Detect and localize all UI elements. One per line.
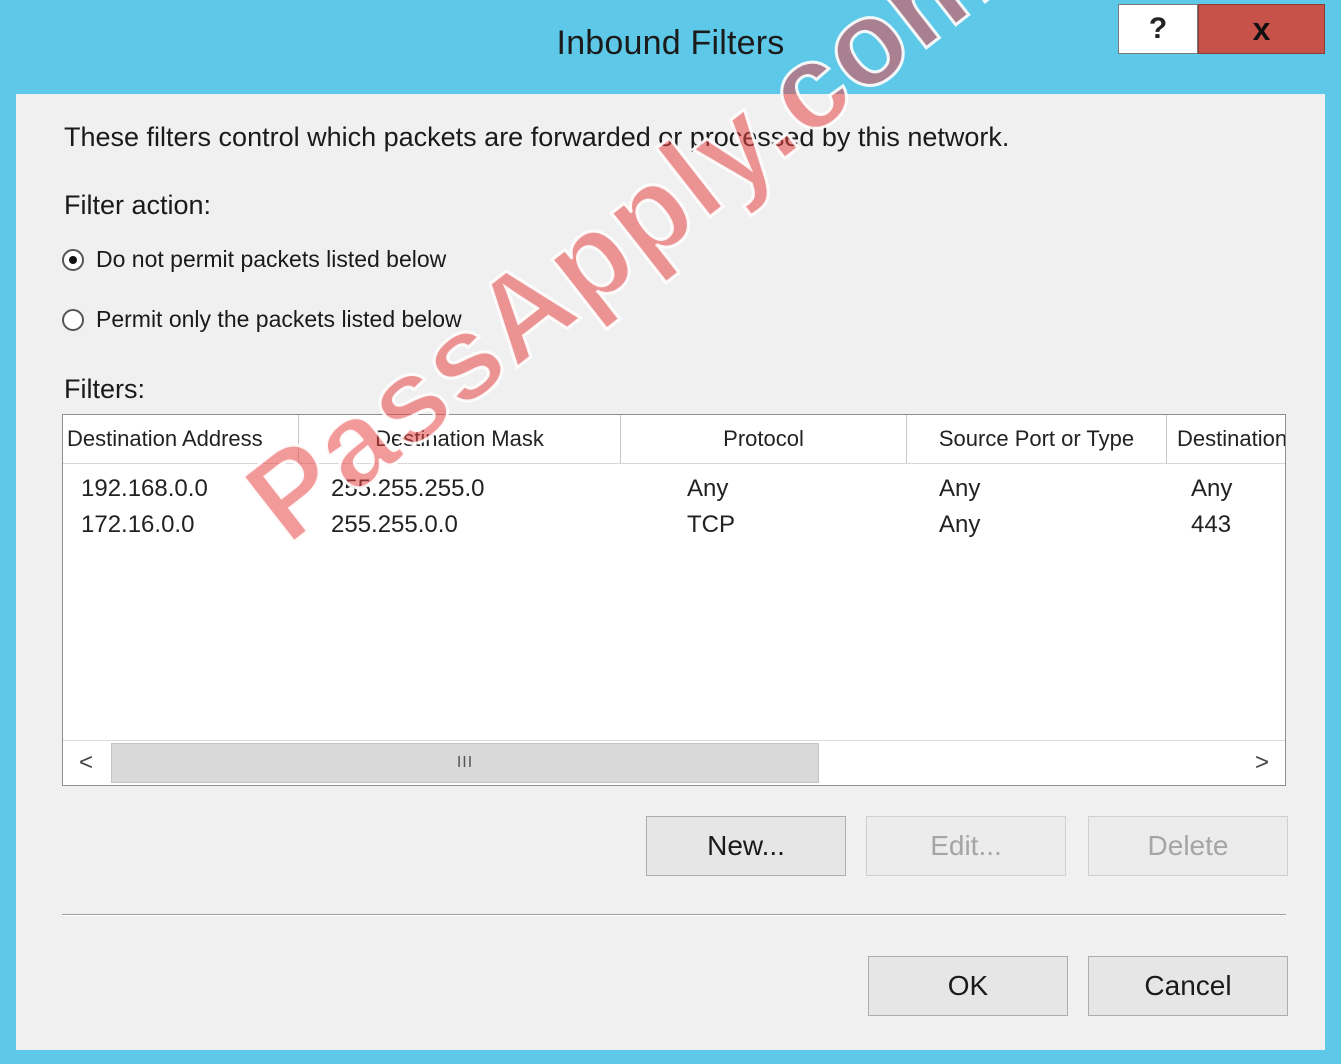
title-bar[interactable]: Inbound Filters ? x [0,0,1341,94]
scrollbar-thumb[interactable]: III [111,743,819,783]
ok-button[interactable]: OK [868,956,1068,1016]
filters-list-body: 192.168.0.0 255.255.255.0 Any Any Any 17… [63,471,1285,543]
cell-destination-mask: 255.255.255.0 [331,475,485,502]
table-row[interactable]: 172.16.0.0 255.255.0.0 TCP Any 443 [63,507,1285,543]
cell-source-port: Any [939,511,981,538]
horizontal-scrollbar[interactable]: < III > [63,740,1285,785]
radio-button-checked[interactable] [62,248,84,271]
cell-destination-mask: 255.255.0.0 [331,511,458,538]
separator-line [62,914,1286,916]
cell-source-port: Any [939,475,981,502]
cell-protocol: Any [687,475,729,502]
cell-destination-address: 192.168.0.0 [81,475,208,502]
column-header-destination[interactable]: Destination [1167,415,1285,463]
column-header-destination-mask[interactable]: Destination Mask [299,415,621,463]
table-row[interactable]: 192.168.0.0 255.255.255.0 Any Any Any [63,471,1285,507]
radio-button-unchecked[interactable] [62,308,84,331]
help-button[interactable]: ? [1118,4,1198,54]
filter-action-label: Filter action: [64,190,212,220]
scroll-left-icon[interactable]: < [63,741,109,785]
ok-button-label: OK [947,970,989,1001]
radio-do-not-permit[interactable]: Do not permit packets listed below [62,246,446,273]
cell-destination: Any [1191,475,1233,502]
filters-label: Filters: [64,374,145,404]
filters-list[interactable]: Destination Address Destination Mask Pro… [62,414,1286,786]
close-button[interactable]: x [1198,4,1325,54]
cell-destination-address: 172.16.0.0 [81,511,195,538]
cell-protocol: TCP [687,511,735,538]
dialog-client-area: These filters control which packets are … [16,94,1325,1050]
radio-label-permit-only: Permit only the packets listed below [96,306,462,332]
edit-button-label: Edit... [930,830,1002,861]
radio-label-do-not-permit: Do not permit packets listed below [96,246,447,272]
help-icon: ? [1148,12,1168,45]
scroll-right-icon[interactable]: > [1239,741,1285,785]
filters-list-header: Destination Address Destination Mask Pro… [63,415,1285,464]
cell-destination: 443 [1191,511,1232,538]
radio-permit-only[interactable]: Permit only the packets listed below [62,306,462,333]
edit-filter-button[interactable]: Edit... [866,816,1066,876]
column-header-destination-address[interactable]: Destination Address [63,415,299,463]
column-header-source-port[interactable]: Source Port or Type [907,415,1167,463]
cancel-button[interactable]: Cancel [1088,956,1288,1016]
column-header-protocol[interactable]: Protocol [621,415,907,463]
delete-filter-button[interactable]: Delete [1088,816,1288,876]
new-button-label: New... [707,830,785,861]
delete-button-label: Delete [1147,830,1229,861]
scrollbar-grip-icon: III [456,754,474,771]
new-filter-button[interactable]: New... [646,816,846,876]
close-icon: x [1252,10,1271,47]
inbound-filters-dialog: Inbound Filters ? x These filters contro… [0,0,1341,1064]
dialog-description: These filters control which packets are … [64,122,1010,152]
cancel-button-label: Cancel [1144,970,1232,1001]
